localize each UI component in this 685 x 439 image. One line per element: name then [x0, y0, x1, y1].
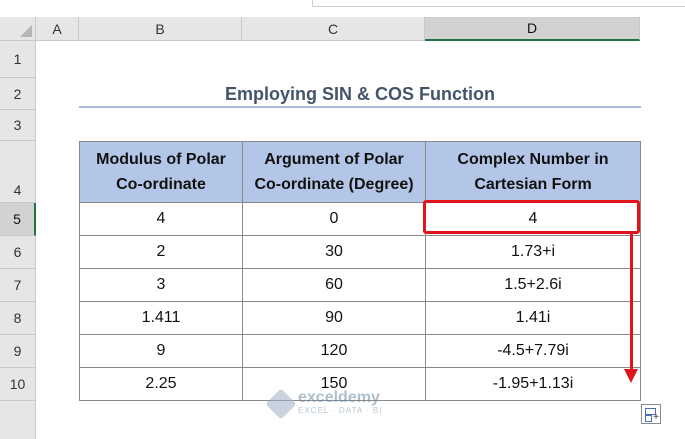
data-table: Modulus of Polar Co-ordinate Argument of …: [79, 141, 641, 401]
watermark-name: exceldemy: [298, 389, 380, 406]
watermark-tag: EXCEL · DATA · BI: [298, 406, 383, 415]
table-cell[interactable]: 2.25: [79, 367, 243, 401]
table-cell[interactable]: 90: [242, 301, 426, 335]
column-header-c[interactable]: C: [242, 17, 425, 41]
row-header-10[interactable]: 10: [0, 368, 36, 401]
table-cell[interactable]: 0: [242, 202, 426, 236]
row-header-1[interactable]: 1: [0, 41, 36, 78]
header-cell-modulus[interactable]: Modulus of Polar Co-ordinate: [79, 141, 243, 203]
header-cell-argument[interactable]: Argument of Polar Co-ordinate (Degree): [242, 141, 426, 203]
row-header-2[interactable]: 2: [0, 78, 36, 110]
table-cell[interactable]: 60: [242, 268, 426, 302]
row-header-6[interactable]: 6: [0, 236, 36, 269]
selected-cell-highlight: [423, 200, 640, 234]
column-header-d[interactable]: D: [425, 17, 640, 41]
column-header-a[interactable]: A: [36, 17, 79, 41]
table-cell[interactable]: 1.411: [79, 301, 243, 335]
table-row: 1.411 90 1.41i: [79, 301, 641, 335]
header-cell-complex[interactable]: Complex Number in Cartesian Form: [425, 141, 641, 203]
table-cell[interactable]: 2: [79, 235, 243, 269]
fill-arrow-head: [624, 369, 638, 383]
table-cell[interactable]: 1.41i: [425, 301, 641, 335]
column-header-b[interactable]: B: [79, 17, 242, 41]
table-cell[interactable]: -4.5+7.79i: [425, 334, 641, 368]
select-all-corner[interactable]: [0, 17, 36, 41]
row-header-5[interactable]: 5: [0, 203, 36, 236]
table-cell[interactable]: 1.73+i: [425, 235, 641, 269]
row-header-4[interactable]: 4: [0, 141, 36, 203]
watermark: exceldemy EXCEL · DATA · BI: [265, 388, 383, 420]
row-header-8[interactable]: 8: [0, 302, 36, 335]
spreadsheet: A B C D 1 2 3 4 5 6 7 8 9 10 Employing S…: [0, 0, 685, 439]
quick-analysis-icon[interactable]: +: [641, 404, 661, 424]
table-cell[interactable]: 4: [79, 202, 243, 236]
table-cell[interactable]: 1.5+2.6i: [425, 268, 641, 302]
row-header-blank: [0, 401, 36, 439]
table-cell[interactable]: 9: [79, 334, 243, 368]
fill-arrow-line: [630, 234, 633, 371]
table-row: 2 30 1.73+i: [79, 235, 641, 269]
table-row: 9 120 -4.5+7.79i: [79, 334, 641, 368]
sheet-title[interactable]: Employing SIN & COS Function: [79, 81, 641, 108]
table-row: 3 60 1.5+2.6i: [79, 268, 641, 302]
toolbar-strip: [0, 0, 685, 17]
row-header-3[interactable]: 3: [0, 110, 36, 141]
table-header-row: Modulus of Polar Co-ordinate Argument of …: [79, 141, 641, 203]
row-header-9[interactable]: 9: [0, 335, 36, 368]
row-header-7[interactable]: 7: [0, 269, 36, 302]
table-cell[interactable]: 120: [242, 334, 426, 368]
exceldemy-logo-icon: [265, 388, 297, 420]
table-cell[interactable]: 3: [79, 268, 243, 302]
table-cell[interactable]: -1.95+1.13i: [425, 367, 641, 401]
table-cell[interactable]: 30: [242, 235, 426, 269]
